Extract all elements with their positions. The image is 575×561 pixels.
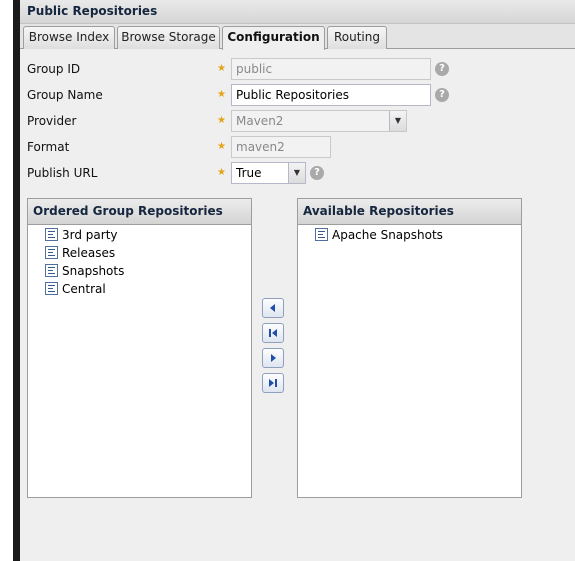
repository-icon	[45, 246, 58, 259]
publish-url-label: Publish URL	[27, 166, 98, 180]
chevron-down-icon[interactable]: ▼	[288, 163, 305, 183]
publish-url-select[interactable]: True ▼	[231, 162, 306, 184]
tab-configuration[interactable]: Configuration	[222, 26, 325, 50]
format-label: Format	[27, 140, 70, 154]
provider-label: Provider	[27, 114, 77, 128]
ordered-group-repositories-header: Ordered Group Repositories	[28, 199, 251, 225]
move-left-button[interactable]	[262, 298, 284, 318]
list-item[interactable]: Snapshots	[28, 262, 251, 280]
required-star-icon: ★	[217, 115, 226, 126]
repository-icon	[45, 264, 58, 277]
list-item[interactable]: 3rd party	[28, 226, 251, 244]
help-icon[interactable]: ?	[435, 62, 449, 76]
list-item-label: Apache Snapshots	[332, 228, 443, 242]
move-all-left-icon	[269, 329, 277, 337]
move-all-right-icon	[269, 379, 277, 387]
help-icon[interactable]: ?	[310, 166, 324, 180]
available-repositories-list[interactable]: Available Repositories Apache Snapshots	[297, 198, 522, 498]
group-id-label: Group ID	[27, 62, 81, 76]
move-left-icon	[270, 304, 275, 312]
required-star-icon: ★	[217, 141, 226, 152]
format-field[interactable]: maven2	[231, 136, 331, 158]
left-edge	[0, 0, 13, 561]
list-item[interactable]: Releases	[28, 244, 251, 262]
panel-title: Public Repositories	[27, 4, 158, 18]
move-right-button[interactable]	[262, 348, 284, 368]
provider-value: Maven2	[236, 114, 284, 128]
repository-icon	[315, 228, 328, 241]
provider-select[interactable]: Maven2 ▼	[231, 110, 407, 132]
tab-browse-storage[interactable]: Browse Storage	[117, 26, 220, 49]
left-divider	[13, 0, 20, 561]
tab-routing[interactable]: Routing	[327, 26, 387, 49]
available-repositories-header: Available Repositories	[298, 199, 521, 225]
list-item-label: 3rd party	[62, 228, 118, 242]
ordered-group-repositories-list[interactable]: Ordered Group Repositories 3rd party Rel…	[27, 198, 252, 498]
group-name-field[interactable]: Public Repositories	[231, 84, 431, 106]
list-item-label: Central	[62, 282, 106, 296]
tab-browse-index[interactable]: Browse Index	[23, 26, 115, 49]
required-star-icon: ★	[217, 167, 226, 178]
list-item-label: Snapshots	[62, 264, 125, 278]
help-icon[interactable]: ?	[435, 88, 449, 102]
tab-strip: Browse Index Browse Storage Configuratio…	[20, 24, 575, 50]
required-star-icon: ★	[217, 63, 226, 74]
panel-header: Public Repositories	[20, 0, 575, 24]
list-item-label: Releases	[62, 246, 116, 260]
repository-panel: Public Repositories Browse Index Browse …	[20, 0, 575, 561]
repository-icon	[45, 228, 58, 241]
chevron-down-icon[interactable]: ▼	[389, 111, 406, 131]
list-item[interactable]: Central	[28, 280, 251, 298]
move-all-right-button[interactable]	[262, 373, 284, 393]
group-name-label: Group Name	[27, 88, 103, 102]
list-item[interactable]: Apache Snapshots	[298, 226, 521, 244]
repository-icon	[45, 282, 58, 295]
move-right-icon	[271, 354, 276, 362]
group-id-field[interactable]: public	[231, 58, 431, 80]
required-star-icon: ★	[217, 89, 226, 100]
move-all-left-button[interactable]	[262, 323, 284, 343]
publish-url-value: True	[236, 166, 262, 180]
